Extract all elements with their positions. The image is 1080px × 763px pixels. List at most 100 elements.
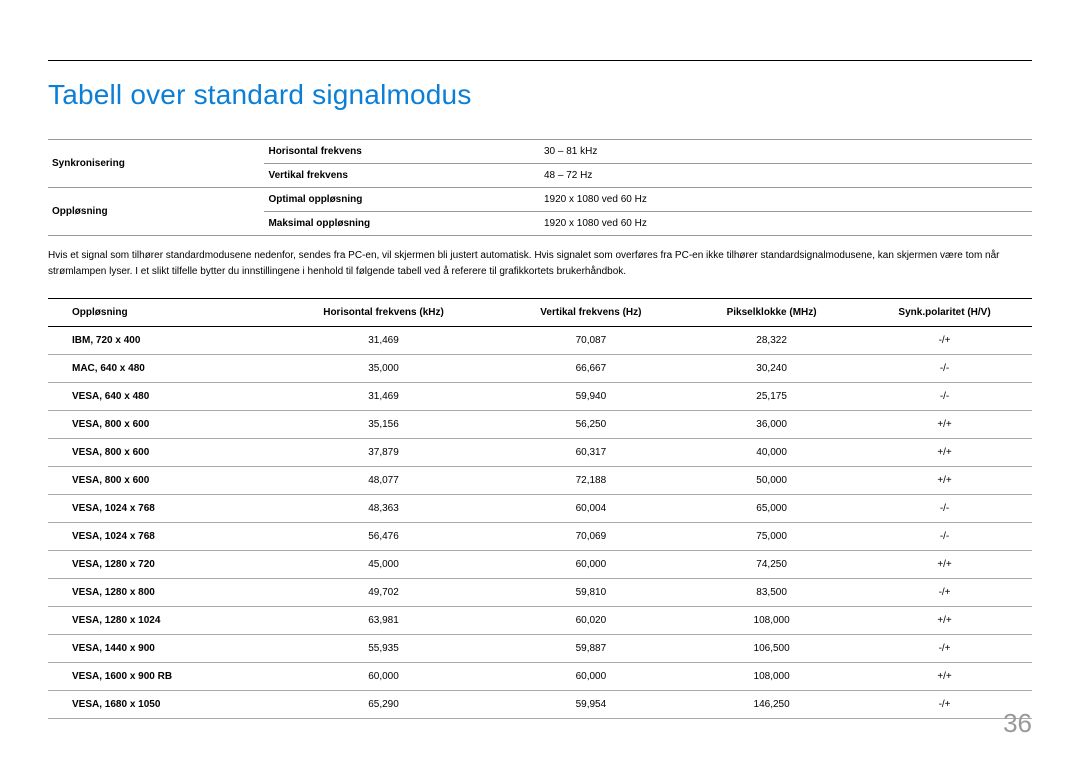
cell: -/+	[857, 327, 1032, 355]
cell: -/+	[857, 579, 1032, 607]
spec-label: Oppløsning	[48, 188, 264, 236]
cell: 28,322	[686, 327, 857, 355]
cell: IBM, 720 x 400	[48, 327, 271, 355]
cell: VESA, 800 x 600	[48, 467, 271, 495]
table-row: VESA, 1280 x 80049,70259,81083,500-/+	[48, 579, 1032, 607]
cell: 74,250	[686, 551, 857, 579]
cell: 72,188	[496, 467, 686, 495]
cell: 35,000	[271, 355, 495, 383]
spec-value: 1920 x 1080 ved 60 Hz	[540, 188, 1032, 212]
table-row: VESA, 1600 x 900 RB60,00060,000108,000+/…	[48, 663, 1032, 691]
spec-table: Synkronisering Horisontal frekvens 30 – …	[48, 139, 1032, 236]
cell: 45,000	[271, 551, 495, 579]
table-row: VESA, 800 x 60035,15656,25036,000+/+	[48, 411, 1032, 439]
cell: 59,940	[496, 383, 686, 411]
cell: 60,000	[496, 663, 686, 691]
cell: VESA, 1024 x 768	[48, 495, 271, 523]
spec-label: Synkronisering	[48, 140, 264, 188]
col-header: Synk.polaritet (H/V)	[857, 299, 1032, 327]
cell: 63,981	[271, 607, 495, 635]
cell: -/-	[857, 523, 1032, 551]
table-row: VESA, 1024 x 76856,47670,06975,000-/-	[48, 523, 1032, 551]
spec-value: 48 – 72 Hz	[540, 164, 1032, 188]
cell: VESA, 1280 x 1024	[48, 607, 271, 635]
cell: 106,500	[686, 635, 857, 663]
cell: 146,250	[686, 691, 857, 719]
cell: 56,250	[496, 411, 686, 439]
cell: -/-	[857, 495, 1032, 523]
cell: +/+	[857, 439, 1032, 467]
cell: 30,240	[686, 355, 857, 383]
cell: 56,476	[271, 523, 495, 551]
cell: VESA, 1680 x 1050	[48, 691, 271, 719]
col-header: Horisontal frekvens (kHz)	[271, 299, 495, 327]
cell: 108,000	[686, 607, 857, 635]
cell: VESA, 1280 x 800	[48, 579, 271, 607]
cell: 25,175	[686, 383, 857, 411]
cell: VESA, 800 x 600	[48, 439, 271, 467]
note-text: Hvis et signal som tilhører standardmodu…	[48, 248, 1032, 280]
cell: +/+	[857, 467, 1032, 495]
table-row: VESA, 1440 x 90055,93559,887106,500-/+	[48, 635, 1032, 663]
cell: 31,469	[271, 327, 495, 355]
cell: 70,087	[496, 327, 686, 355]
table-row: IBM, 720 x 40031,46970,08728,322-/+	[48, 327, 1032, 355]
cell: 65,290	[271, 691, 495, 719]
table-row: MAC, 640 x 48035,00066,66730,240-/-	[48, 355, 1032, 383]
cell: -/-	[857, 355, 1032, 383]
table-row: VESA, 1280 x 72045,00060,00074,250+/+	[48, 551, 1032, 579]
cell: 50,000	[686, 467, 857, 495]
cell: 40,000	[686, 439, 857, 467]
cell: 70,069	[496, 523, 686, 551]
cell: 59,954	[496, 691, 686, 719]
spec-sublabel: Maksimal oppløsning	[264, 212, 540, 236]
page-title: Tabell over standard signalmodus	[48, 79, 1032, 111]
cell: 55,935	[271, 635, 495, 663]
cell: VESA, 640 x 480	[48, 383, 271, 411]
cell: 49,702	[271, 579, 495, 607]
cell: 35,156	[271, 411, 495, 439]
cell: 83,500	[686, 579, 857, 607]
spec-sublabel: Horisontal frekvens	[264, 140, 540, 164]
cell: 59,810	[496, 579, 686, 607]
cell: 31,469	[271, 383, 495, 411]
col-header: Vertikal frekvens (Hz)	[496, 299, 686, 327]
cell: 60,317	[496, 439, 686, 467]
cell: VESA, 1024 x 768	[48, 523, 271, 551]
table-row: Synkronisering Horisontal frekvens 30 – …	[48, 140, 1032, 164]
table-row: VESA, 800 x 60048,07772,18850,000+/+	[48, 467, 1032, 495]
spec-sublabel: Optimal oppløsning	[264, 188, 540, 212]
cell: 48,363	[271, 495, 495, 523]
page-number: 36	[1003, 708, 1032, 739]
signal-table: Oppløsning Horisontal frekvens (kHz) Ver…	[48, 298, 1032, 719]
spec-value: 30 – 81 kHz	[540, 140, 1032, 164]
cell: 108,000	[686, 663, 857, 691]
cell: 66,667	[496, 355, 686, 383]
col-header: Oppløsning	[48, 299, 271, 327]
table-row: Oppløsning Optimal oppløsning 1920 x 108…	[48, 188, 1032, 212]
cell: +/+	[857, 411, 1032, 439]
cell: 65,000	[686, 495, 857, 523]
cell: +/+	[857, 607, 1032, 635]
cell: 60,004	[496, 495, 686, 523]
cell: 36,000	[686, 411, 857, 439]
cell: 75,000	[686, 523, 857, 551]
cell: VESA, 1440 x 900	[48, 635, 271, 663]
cell: 59,887	[496, 635, 686, 663]
cell: 60,000	[496, 551, 686, 579]
cell: MAC, 640 x 480	[48, 355, 271, 383]
spec-value: 1920 x 1080 ved 60 Hz	[540, 212, 1032, 236]
cell: VESA, 1280 x 720	[48, 551, 271, 579]
table-row: VESA, 800 x 60037,87960,31740,000+/+	[48, 439, 1032, 467]
cell: 37,879	[271, 439, 495, 467]
spec-sublabel: Vertikal frekvens	[264, 164, 540, 188]
cell: -/-	[857, 383, 1032, 411]
table-row: VESA, 1280 x 102463,98160,020108,000+/+	[48, 607, 1032, 635]
table-row: VESA, 1024 x 76848,36360,00465,000-/-	[48, 495, 1032, 523]
cell: VESA, 1600 x 900 RB	[48, 663, 271, 691]
cell: 60,000	[271, 663, 495, 691]
table-row: VESA, 1680 x 105065,29059,954146,250-/+	[48, 691, 1032, 719]
col-header: Pikselklokke (MHz)	[686, 299, 857, 327]
table-row: VESA, 640 x 48031,46959,94025,175-/-	[48, 383, 1032, 411]
cell: +/+	[857, 551, 1032, 579]
